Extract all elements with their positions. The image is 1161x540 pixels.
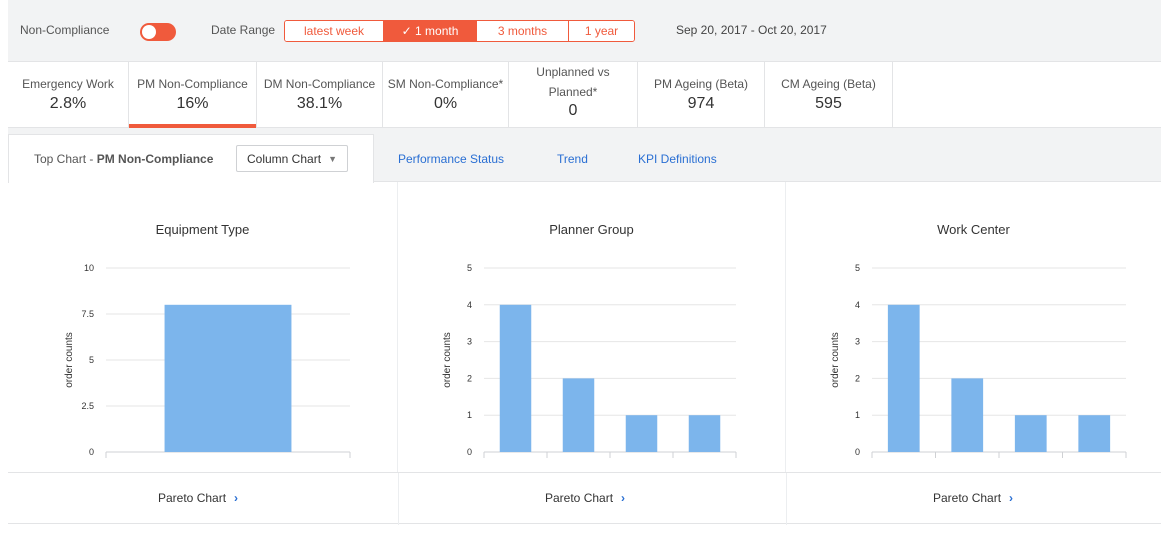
- kpi-pm-non-compliance[interactable]: PM Non-Compliance 16%: [129, 62, 257, 128]
- kpi-dm-non-compliance[interactable]: DM Non-Compliance 38.1%: [257, 62, 383, 127]
- top-chart-title: Top Chart - PM Non-Compliance: [34, 152, 213, 166]
- toggle-knob: [142, 25, 156, 39]
- y-tick-label: 0: [855, 447, 860, 457]
- kpi-unplanned-vs-planned[interactable]: Unplanned vs Planned* 0: [509, 62, 638, 127]
- kpi-tabs: Emergency Work 2.8% PM Non-Compliance 16…: [8, 62, 1161, 128]
- chevron-right-icon: ›: [1009, 491, 1014, 505]
- y-tick-label: 3: [467, 337, 472, 347]
- y-axis-label: order counts: [830, 332, 841, 388]
- bar: [562, 378, 595, 452]
- tab-kpi-definitions[interactable]: KPI Definitions: [638, 152, 717, 166]
- kpi-cm-ageing[interactable]: CM Ageing (Beta) 595: [765, 62, 893, 127]
- y-tick-label: 5: [855, 263, 860, 273]
- top-chart-prefix: Top Chart -: [34, 152, 97, 166]
- pareto-link-planner-group[interactable]: Pareto Chart ›: [545, 491, 625, 505]
- y-tick-label: 4: [855, 300, 860, 310]
- bar: [887, 304, 920, 452]
- range-1-year-button[interactable]: 1 year: [569, 21, 634, 41]
- kpi-value: 38.1%: [296, 95, 343, 112]
- chart-svg: 0 1 2 3 4 5 order counts: [830, 263, 1127, 458]
- kpi-label-line2: Planned*: [548, 85, 598, 99]
- kpi-emergency-work[interactable]: Emergency Work 2.8%: [8, 62, 129, 127]
- kpi-label: SM Non-Compliance*: [387, 77, 504, 91]
- pareto-label: Pareto Chart: [158, 491, 227, 505]
- y-tick-label: 2: [855, 373, 860, 383]
- kpi-label: DM Non-Compliance: [263, 77, 376, 91]
- kpi-label: PM Non-Compliance: [137, 77, 248, 91]
- divider: [398, 473, 399, 525]
- y-tick-label: 5: [467, 263, 472, 273]
- kpi-value: 595: [815, 95, 842, 112]
- date-range-label: Date Range: [211, 23, 276, 37]
- y-tick-label: 0: [467, 447, 472, 457]
- chart-tabs-bar: Top Chart - PM Non-Compliance Column Cha…: [8, 128, 1161, 183]
- kpi-label: Emergency Work: [22, 77, 114, 91]
- pareto-link-work-center[interactable]: Pareto Chart ›: [933, 491, 1013, 505]
- kpi-value: 16%: [176, 95, 209, 112]
- chart-type-select[interactable]: Column Chart ▼: [236, 145, 348, 172]
- y-tick-label: 10: [84, 263, 94, 273]
- tab-performance-status[interactable]: Performance Status: [398, 152, 504, 166]
- bar: [688, 415, 721, 452]
- kpi-label: PM Ageing (Beta): [653, 77, 749, 91]
- y-tick-label: 5: [89, 355, 94, 365]
- range-3-months-button[interactable]: 3 months: [477, 21, 569, 41]
- range-1-month-button[interactable]: ✓ 1 month: [384, 21, 477, 41]
- y-tick-label: 1: [467, 410, 472, 420]
- divider: [786, 473, 787, 525]
- y-axis-label: order counts: [442, 332, 453, 388]
- y-tick-label: 2: [467, 373, 472, 383]
- chevron-right-icon: ›: [621, 491, 626, 505]
- y-tick-label: 7.5: [81, 309, 94, 319]
- chart-type-value: Column Chart: [247, 151, 322, 166]
- non-compliance-label: Non-Compliance: [20, 23, 110, 37]
- chart-equipment-type: Equipment Type 0 2.5 5 7.5 10 order counts: [8, 182, 398, 472]
- chart-svg: 0 1 2 3 4 5 order counts: [442, 263, 737, 458]
- date-range-text: Sep 20, 2017 - Oct 20, 2017: [676, 23, 827, 37]
- bar: [625, 415, 658, 452]
- y-tick-label: 3: [855, 337, 860, 347]
- kpi-pm-ageing[interactable]: PM Ageing (Beta) 974: [638, 62, 765, 127]
- chart-work-center: Work Center 0 1 2 3 4 5 order counts: [786, 182, 1161, 472]
- bar: [951, 378, 984, 452]
- y-tick-label: 0: [89, 447, 94, 457]
- kpi-value: 0%: [433, 95, 458, 112]
- chevron-right-icon: ›: [234, 491, 239, 505]
- y-tick-label: 4: [467, 300, 472, 310]
- y-tick-label: 2.5: [81, 401, 94, 411]
- bar: [1078, 415, 1111, 452]
- chevron-down-icon: ▼: [328, 154, 337, 164]
- pareto-footer: Pareto Chart › Pareto Chart › Pareto Chart…: [8, 472, 1161, 525]
- kpi-value: 2.8%: [49, 95, 87, 112]
- pareto-label: Pareto Chart: [545, 491, 614, 505]
- tab-trend[interactable]: Trend: [557, 152, 588, 166]
- top-chart-kpi-name: PM Non-Compliance: [96, 152, 214, 166]
- kpi-value: 0: [568, 102, 578, 119]
- pareto-label: Pareto Chart: [933, 491, 1002, 505]
- bar: [1014, 415, 1047, 452]
- filter-bar: Non-Compliance Date Range latest week ✓ …: [8, 0, 1161, 62]
- date-range-selector: latest week ✓ 1 month 3 months 1 year: [284, 20, 635, 42]
- pareto-link-equipment-type[interactable]: Pareto Chart ›: [158, 491, 238, 505]
- non-compliance-toggle[interactable]: [140, 23, 176, 41]
- chart-planner-group: Planner Group 0 1 2 3 4 5 order counts: [398, 182, 786, 472]
- kpi-label: Unplanned vs: [536, 65, 610, 79]
- y-tick-label: 1: [855, 410, 860, 420]
- bar: [499, 304, 532, 452]
- kpi-sm-non-compliance[interactable]: SM Non-Compliance* 0%: [383, 62, 509, 127]
- range-latest-week-button[interactable]: latest week: [285, 21, 384, 41]
- kpi-value: 974: [687, 95, 715, 112]
- bar: [164, 304, 292, 452]
- chart-svg: 0 2.5 5 7.5 10 order counts: [64, 263, 351, 458]
- kpi-label: CM Ageing (Beta): [781, 77, 876, 91]
- y-axis-label: order counts: [64, 332, 75, 388]
